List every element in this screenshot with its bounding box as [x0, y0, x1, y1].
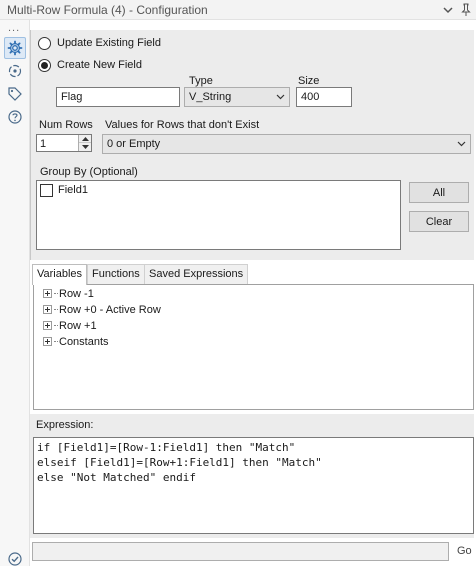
expression-label: Expression: — [36, 419, 94, 431]
configuration-panel: Update Existing Field Create New Field T… — [30, 30, 474, 260]
create-new-label: Create New Field — [57, 59, 142, 71]
gear-icon — [7, 40, 23, 56]
window-title: Multi-Row Formula (4) - Configuration — [7, 3, 208, 17]
help-icon — [8, 110, 22, 124]
caret-down-icon — [81, 145, 89, 149]
annotation-tab-button[interactable] — [4, 83, 26, 105]
nonexist-select-value: 0 or Empty — [107, 138, 161, 150]
create-new-radio[interactable] — [38, 59, 51, 72]
chevron-down-icon[interactable] — [442, 4, 454, 16]
rail-overflow-dots: ... — [8, 22, 21, 34]
expression-editor[interactable]: if [Field1]=[Row-1:Field1] then "Match" e… — [33, 437, 474, 534]
num-rows-value: 1 — [40, 138, 47, 150]
stepper-buttons — [78, 135, 91, 151]
tree-item-label: Constants — [59, 336, 109, 348]
tree-item-label: Row -1 — [59, 288, 94, 300]
help-tab-button[interactable] — [4, 106, 26, 128]
expression-line: else "Not Matched" endif — [37, 471, 196, 484]
data-sync-tab-button[interactable] — [4, 60, 26, 82]
go-link[interactable]: Go — [457, 545, 472, 557]
title-bar: Multi-Row Formula (4) - Configuration — [0, 0, 476, 20]
field1-checkbox[interactable] — [40, 184, 53, 197]
update-existing-radio[interactable] — [38, 37, 51, 50]
stepper-up-button[interactable] — [79, 135, 91, 143]
variables-tree: Row -1 Row +0 - Active Row Row +1 Consta… — [33, 284, 474, 410]
configuration-tab-button[interactable] — [4, 37, 26, 59]
clear-button[interactable]: Clear — [409, 211, 469, 232]
tree-item[interactable]: Row +1 — [43, 320, 97, 334]
tree-item-label: Row +1 — [59, 320, 97, 332]
field-name-input[interactable]: Flag — [56, 87, 180, 107]
expression-line: if [Field1]=[Row-1:Field1] then "Match" — [37, 441, 296, 454]
tree-item[interactable]: Row -1 — [43, 288, 94, 302]
chevron-down-icon — [457, 141, 466, 147]
update-existing-label: Update Existing Field — [57, 37, 161, 49]
group-by-label: Group By (Optional) — [40, 166, 138, 178]
validate-button[interactable] — [4, 548, 26, 570]
type-label: Type — [189, 75, 213, 87]
group-by-list: Field1 — [36, 180, 401, 250]
chevron-down-icon — [276, 94, 285, 100]
tree-item[interactable]: Constants — [43, 336, 109, 350]
pin-icon[interactable] — [459, 3, 473, 17]
tag-icon — [8, 87, 22, 101]
expand-icon[interactable] — [43, 289, 52, 298]
size-input[interactable]: 400 — [296, 87, 352, 107]
type-select-value: V_String — [189, 91, 232, 103]
nonexist-label: Values for Rows that don't Exist — [105, 119, 260, 131]
stepper-down-button[interactable] — [79, 143, 91, 151]
size-label: Size — [298, 75, 320, 87]
bottom-input[interactable] — [32, 542, 449, 561]
expand-icon[interactable] — [43, 337, 52, 346]
expression-line: elseif [Field1]=[Row+1:Field1] then "Mat… — [37, 456, 322, 469]
check-circle-icon — [8, 552, 22, 566]
field1-label: Field1 — [58, 184, 88, 196]
num-rows-label: Num Rows — [39, 119, 93, 131]
expand-icon[interactable] — [43, 305, 52, 314]
all-button[interactable]: All — [409, 182, 469, 203]
nonexist-select[interactable]: 0 or Empty — [102, 134, 471, 154]
sync-icon — [8, 64, 22, 78]
num-rows-stepper[interactable]: 1 — [36, 134, 92, 152]
tree-item[interactable]: Row +0 - Active Row — [43, 304, 161, 318]
type-select[interactable]: V_String — [184, 87, 290, 107]
caret-up-icon — [81, 136, 89, 141]
tree-item-label: Row +0 - Active Row — [59, 304, 161, 316]
tab-variables[interactable]: Variables — [32, 264, 88, 285]
tab-saved-expressions[interactable]: Saved Expressions — [144, 264, 249, 284]
tab-functions[interactable]: Functions — [87, 264, 145, 284]
expression-tabs: Variables Functions Saved Expressions — [30, 264, 474, 285]
expand-icon[interactable] — [43, 321, 52, 330]
